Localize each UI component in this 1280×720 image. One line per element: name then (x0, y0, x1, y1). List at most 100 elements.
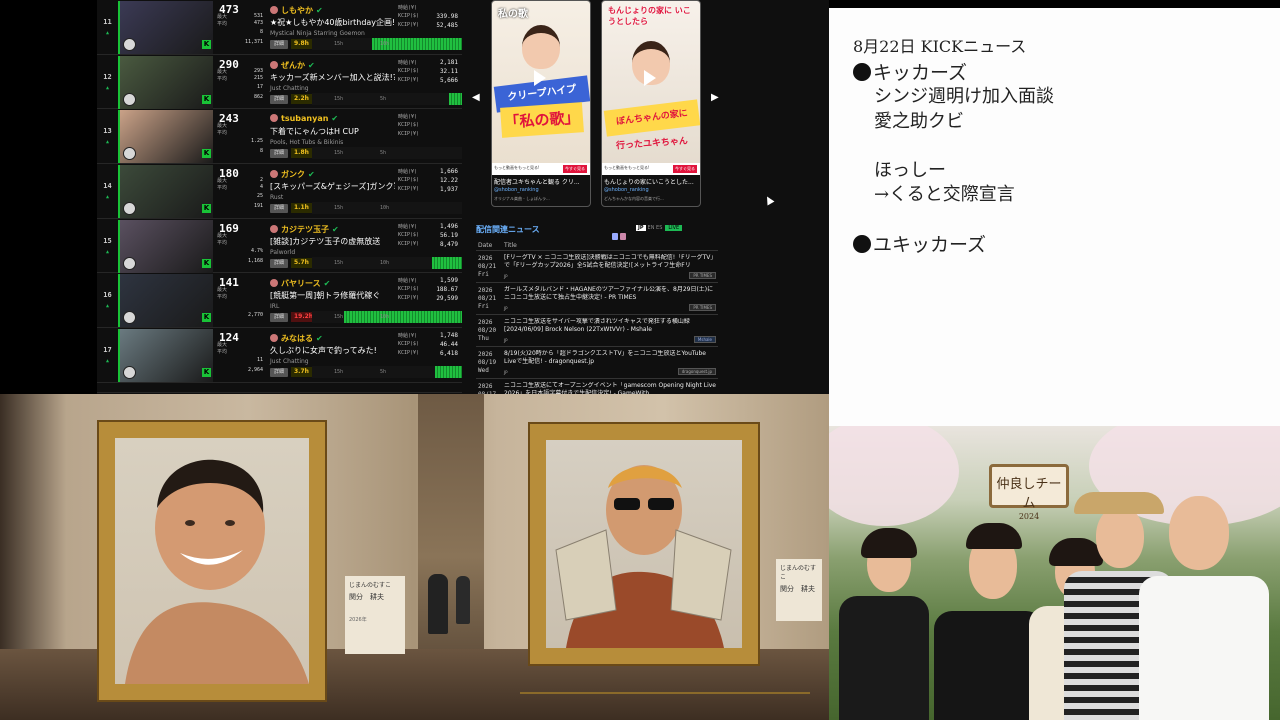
detail-button[interactable]: 詳細 (270, 94, 288, 104)
lang-en[interactable]: EN (648, 225, 655, 231)
ranking-row[interactable]: 15 ▲ K 169 最大 平均 4.7% 1,168 カジテツ玉子 ✔ [雑談]カジテツ玉子の虚無… (97, 219, 462, 274)
spark-label-2: 10h (380, 314, 390, 321)
stat-peak-value: 531 (253, 13, 263, 19)
ranking-row[interactable]: 13 ▲ K 243 最大 平均 1.25 8 tsubanyan ✔ 下着でにゃんつはH CUP P… (97, 109, 462, 165)
ranking-row[interactable]: 11 ▲ K 473 最大 531 平均 473 8 11,371 しもやか ✔ ★祝★しもやか40歳b… (97, 0, 462, 55)
kv-kcip-jpy-label: KCIP(¥) (398, 240, 420, 247)
stat-peak-value: 2 (259, 177, 263, 184)
streamer-name[interactable]: バヤリース ✔ (270, 278, 330, 289)
play-icon[interactable] (644, 70, 656, 86)
kv-hours: 時給(¥) (398, 4, 458, 11)
news-lang: JP (504, 370, 508, 375)
short-card[interactable]: 私の歌 クリープハイプ 「私の歌」 もっと動画をもっと見る! 今すぐ見る 配信者ユ… (491, 0, 591, 207)
streamer-name[interactable]: ガンク ✔ (270, 169, 315, 180)
news-headline[interactable]: ガールズメタルバンド・HAGANEのツアーファイナル公演を、8月29日(土)にニ… (504, 286, 716, 303)
news-row[interactable]: 2026 08/20 Thu ニコニコ生放送をサイバー攻撃で潰されツイキャスで発狂… (476, 316, 718, 347)
stat-avg-label: 平均 (217, 239, 228, 246)
rank-value: 14 (103, 181, 112, 190)
stream-thumbnail[interactable]: K (118, 219, 213, 273)
detail-button[interactable]: 詳細 (270, 40, 288, 49)
news-row[interactable]: 2026 08/21 Fri ガールズメタルバンド・HAGANEのツアーファイナル… (476, 284, 718, 315)
stream-category[interactable]: Palworld (270, 249, 295, 256)
streamer-name[interactable]: みなはる ✔ (270, 333, 323, 344)
ranking-row[interactable]: 17 ▲ K 124 最大 平均 11 2,964 みなはる ✔ 久しぶりに女声で釣ってみた! Jus… (97, 328, 462, 383)
ranking-row[interactable]: 14▲K180最大2平均425191ガンク✔[スキッパーズ&ゲェジーズ]ガンク軍… (97, 164, 462, 219)
kv-kcip-usd: KCIP($) 188.67 (398, 286, 458, 293)
streamer-icon (270, 224, 278, 233)
viewer-stats: 141 最大 平均 2,770 (213, 273, 268, 327)
stream-category[interactable]: Pools, Hot Tubs & Bikinis (270, 139, 343, 146)
news-source[interactable]: PR TIMES (689, 304, 716, 311)
ranking-row[interactable] (97, 383, 462, 393)
streamer-name-text: カジテツ玉子 (281, 224, 329, 234)
play-icon[interactable] (534, 70, 546, 86)
short-thumbnail: もんじょりの家に いこうとしたら ぼんちゃんの家に 行ったユキちゃん (602, 1, 700, 163)
stream-ranking-panel: 11 ▲ K 473 最大 531 平均 473 8 11,371 しもやか ✔ ★祝★しもやか40歳b… (97, 0, 462, 394)
stream-duration: 3.7h (291, 367, 312, 378)
ad-button[interactable]: 今すぐ見る (563, 165, 587, 173)
news-headline[interactable]: [FリーグTV × ニコニコ生放送]決勝戦はニコニコでも無料配信!「FリーグTV… (504, 254, 716, 271)
carousel-next-button[interactable]: ▶ (711, 92, 719, 103)
stream-category[interactable]: Mystical Ninja Starring Goemon (270, 30, 365, 37)
stream-thumbnail[interactable]: K (118, 1, 213, 54)
carousel-prev-button[interactable]: ◀ (472, 92, 480, 103)
streamer-name[interactable]: しもやか ✔ (270, 5, 323, 16)
news-headline[interactable]: 8/19(火)20時から「超ドラゴンクエストTV」をニコニコ生放送とYouTub… (504, 350, 716, 367)
news-row[interactable]: 2026 08/21 Fri [FリーグTV × ニコニコ生放送]決勝戦はニコニコ… (476, 252, 718, 283)
stat-peak: 最大 (217, 232, 265, 239)
stat-avg-label: 平均 (217, 21, 228, 27)
detail-button[interactable]: 詳細 (270, 368, 288, 378)
ad-button[interactable]: 今すぐ見る (673, 165, 697, 173)
short-sound: どんちゃんかな内容の音楽で行... (604, 196, 664, 201)
plaque-left-title: じまんのむすこ (349, 582, 392, 589)
news-memo: 8月22日 KICKニュース キッカーズ シンジ週明け加入面談 愛之助クビ ほっ… (829, 8, 1280, 426)
kv-hours-value: 1,748 (439, 332, 458, 340)
stream-thumbnail[interactable]: K (118, 165, 213, 219)
kv-kcip-usd: KCIP($) 56.19 (398, 232, 458, 239)
ad-bar: もっと動画をもっと見る! 今すぐ見る (492, 163, 590, 175)
short-channel[interactable]: @shobon_ranking (494, 187, 539, 193)
streamer-name[interactable]: ぜんか ✔ (270, 60, 315, 71)
lang-jp[interactable]: JP (636, 225, 646, 231)
detail-button[interactable]: 詳細 (270, 258, 288, 268)
short-card[interactable]: もんじょりの家に いこうとしたら ぼんちゃんの家に 行ったユキちゃん もっと動画… (601, 0, 701, 207)
verified-icon: ✔ (316, 334, 323, 344)
ranking-row[interactable]: 12 ▲ K 290 最大 293 平均 215 17 862 ぜんか ✔ キッカーズ新メンバー加入と説… (97, 55, 462, 110)
kv-kcip-usd-value: 32.11 (439, 67, 458, 75)
detail-button[interactable]: 詳細 (270, 204, 288, 214)
short-channel[interactable]: @shobon_ranking (604, 187, 649, 193)
news-row[interactable]: 2026 08/19 Wed 8/19(火)20時から「超ドラゴンクエストTV」を… (476, 348, 718, 379)
kv-kcip-jpy-label: KCIP(¥) (398, 76, 420, 83)
stream-category[interactable]: IRL (270, 303, 279, 310)
streamer-name-text: ぜんか (281, 60, 305, 70)
kv-kcip-usd-value: 339.98 (436, 13, 458, 20)
news-source[interactable]: PR TIMES (689, 272, 716, 279)
stream-category[interactable]: Just Chatting (270, 358, 309, 365)
stream-category[interactable]: Rust (270, 194, 283, 201)
kv-kcip-usd: KCIP($) 339.98 (398, 13, 458, 20)
rope-barrier (520, 692, 810, 694)
kv-hours-value: 1,666 (439, 168, 458, 176)
streamer-avatar (123, 147, 136, 161)
ranking-row[interactable]: 16 ▲ K 141 最大 平均 2,770 バヤリース ✔ [競艇第一周]朝トラ修羅代稼ぐ IRL… (97, 273, 462, 329)
streamer-name[interactable]: カジテツ玉子 ✔ (270, 224, 339, 235)
news-source[interactable]: dragonquest.jp (677, 368, 716, 375)
kv-kcip-jpy-label: KCIP(¥) (398, 131, 420, 138)
detail-button[interactable]: 詳細 (270, 149, 288, 159)
stat-peak: 最大 531 (217, 13, 265, 20)
stream-thumbnail[interactable]: K (118, 274, 213, 328)
streamer-name[interactable]: tsubanyan ✔ (270, 114, 338, 123)
stream-thumbnail[interactable]: K (118, 55, 213, 109)
news-headline[interactable]: ニコニコ生放送をサイバー攻撃で潰されツイキャスで発狂する横山緑 [2024/06… (504, 318, 716, 335)
portrait-frame-left (99, 422, 325, 700)
stream-info: みなはる ✔ 久しぶりに女声で釣ってみた! Just Chatting 詳細 3.7h 15… (268, 328, 462, 382)
detail-button[interactable]: 詳細 (270, 313, 288, 323)
kv-hours-value: 2,181 (439, 58, 458, 66)
lang-es[interactable]: ES (656, 225, 662, 231)
stream-category[interactable]: Just Chatting (270, 85, 309, 92)
stream-thumbnail[interactable]: K (118, 110, 213, 164)
stream-thumbnail[interactable]: K (118, 329, 213, 383)
news-source[interactable]: Mshale (693, 336, 716, 343)
stream-title: キッカーズ新メンバー加入と説法!? (270, 72, 395, 82)
stat-count-value: 862 (253, 93, 263, 100)
